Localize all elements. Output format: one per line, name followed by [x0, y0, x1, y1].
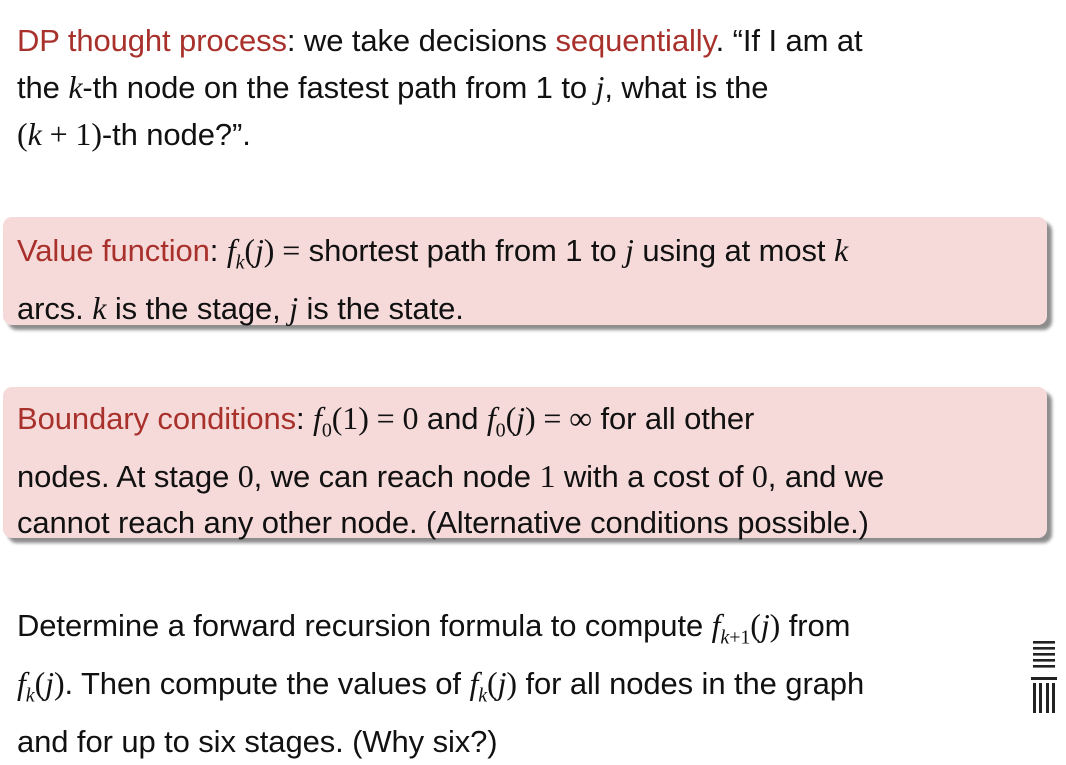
value-function-line-1: Value function: fk(j) = shortest path fr…	[17, 232, 849, 274]
task-line-3: and for up to six stages. (Why six?)	[17, 723, 498, 759]
fk-of-j-math-3: fk(j)	[469, 665, 517, 707]
boundary-line-1: Boundary conditions: f0(1) = 0 and f0(j)…	[17, 400, 755, 442]
intro-line-3: (k + 1)-th node?”.	[17, 116, 251, 152]
f0-of-j-math: f0(j) = ∞	[486, 400, 592, 442]
intro-paragraph: DP thought process: we take decisions se…	[17, 18, 863, 158]
boundary-conditions-label: Boundary conditions	[17, 401, 297, 436]
fk-of-j-math-2: fk(j)	[17, 665, 65, 707]
dp-thought-process-label: DP thought process	[17, 23, 287, 58]
task-line-2: fk(j). Then compute the values of fk(j) …	[17, 665, 865, 707]
value-function-line-2: arcs. k is the stage, j is the state.	[17, 290, 464, 327]
boundary-conditions-text: Boundary conditions: f0(1) = 0 and f0(j)…	[17, 395, 884, 546]
fk-of-j-math: fk(j) =	[226, 232, 301, 274]
boundary-line-2: nodes. At stage 0, we can reach node 1 w…	[17, 458, 885, 495]
university-logo-icon	[1031, 641, 1057, 713]
task-paragraph: Determine a forward recursion formula to…	[17, 602, 864, 765]
task-line-1: Determine a forward recursion formula to…	[17, 607, 851, 649]
sequentially-word: sequentially	[555, 23, 716, 58]
k-plus-one-math: (k + 1)	[17, 116, 102, 152]
value-function-box: Value function: fk(j) = shortest path fr…	[3, 217, 1047, 326]
value-function-text: Value function: fk(j) = shortest path fr…	[17, 227, 848, 332]
boundary-line-3: cannot reach any other node. (Alternativ…	[17, 505, 869, 541]
intro-line-1: DP thought process: we take decisions se…	[17, 23, 863, 58]
fk-plus-1-of-j-math: fk+1(j)	[711, 607, 781, 649]
value-function-label: Value function	[17, 233, 210, 268]
boundary-conditions-box: Boundary conditions: f0(1) = 0 and f0(j)…	[3, 387, 1047, 540]
intro-line-2: the k-th node on the fastest path from 1…	[17, 69, 769, 105]
f0-of-1-math: f0(1) = 0	[313, 400, 419, 442]
